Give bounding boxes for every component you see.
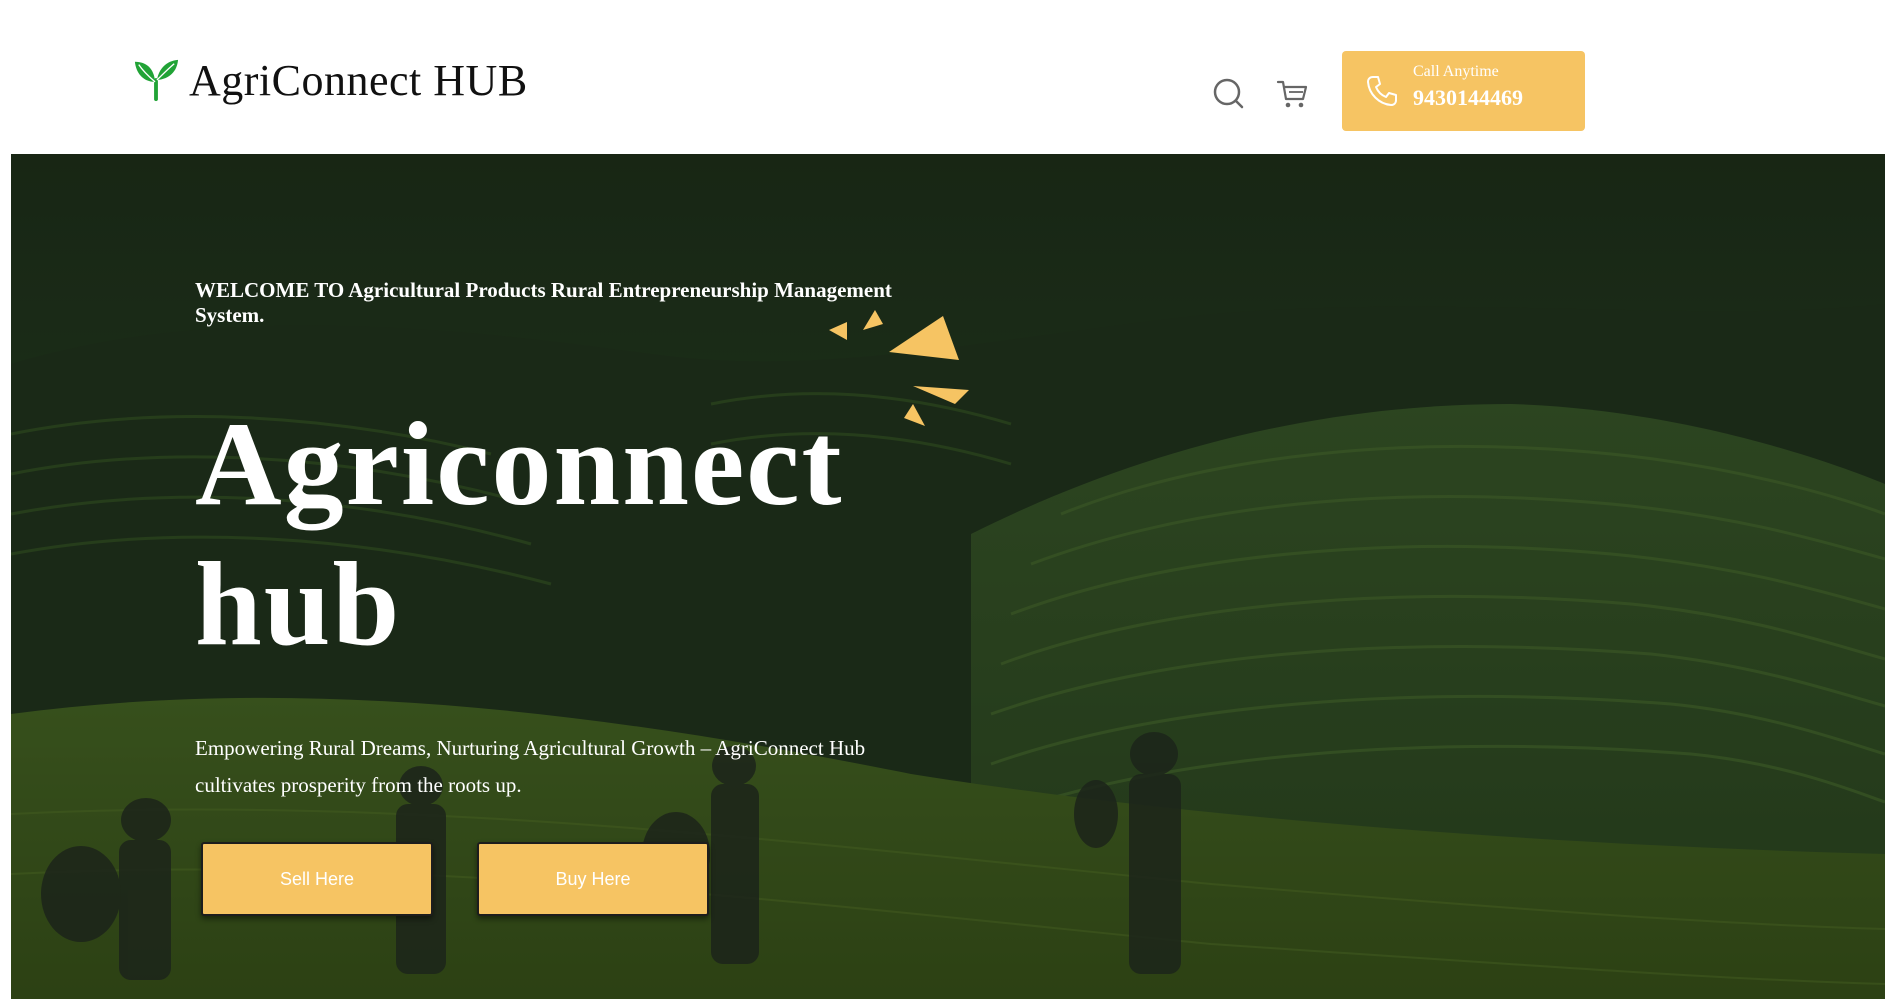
- brand-logo[interactable]: AgriConnect HUB: [133, 55, 528, 105]
- hero-title-line-1: Agriconnect: [195, 397, 844, 530]
- page: AgriConnect HUB Call Anytime 9430144469: [0, 0, 1889, 999]
- hero-tagline: Empowering Rural Dreams, Nurturing Agric…: [195, 736, 866, 797]
- search-icon[interactable]: [1211, 76, 1247, 112]
- call-label: Call Anytime: [1413, 63, 1499, 80]
- phone-icon: [1367, 76, 1397, 106]
- sell-here-button[interactable]: Sell Here: [201, 842, 433, 916]
- hero-banner: WELCOME TO Agricultural Products Rural E…: [11, 154, 1885, 999]
- hero-title-line-2: hub: [195, 537, 402, 670]
- call-anytime-button[interactable]: Call Anytime 9430144469: [1342, 51, 1585, 131]
- brand-name: AgriConnect HUB: [189, 55, 528, 105]
- sprout-icon: [134, 59, 179, 102]
- call-number[interactable]: 9430144469: [1413, 85, 1523, 111]
- site-header: AgriConnect HUB Call Anytime 9430144469: [0, 0, 1889, 154]
- cart-icon[interactable]: [1275, 76, 1311, 112]
- buy-here-button[interactable]: Buy Here: [477, 842, 709, 916]
- hero-title: Agriconnect hub: [195, 394, 895, 674]
